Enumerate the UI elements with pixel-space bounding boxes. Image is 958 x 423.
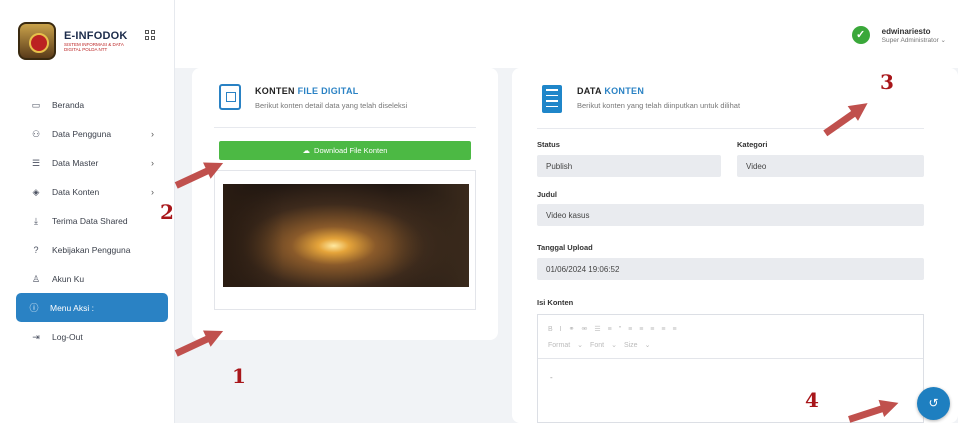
app-logo[interactable]: E-INFODOK SISTEM INFORMASI & DATA DIGITA… xyxy=(18,22,128,60)
divider xyxy=(537,128,924,129)
download-file-button[interactable]: ☁ Download File Konten xyxy=(219,141,471,160)
toolbar-dropdown[interactable]: ⌄ xyxy=(645,341,651,349)
screen-icon: ▭ xyxy=(31,99,41,110)
video-preview[interactable] xyxy=(214,170,476,310)
annotation-number-3: 3 xyxy=(880,70,894,94)
sidebar-item-label: Beranda xyxy=(52,99,85,110)
status-field[interactable]: Publish xyxy=(537,155,721,177)
toolbar-button[interactable]: ⚮ xyxy=(582,325,588,333)
file-card-title: KONTEN FILE DIGITAL xyxy=(255,86,359,96)
chevron-right-icon: › xyxy=(151,186,154,197)
toolbar-button[interactable]: ⚭ xyxy=(569,325,575,333)
sidebar-item-label: Log-Out xyxy=(52,331,83,342)
sidebar-item-label: Akun Ku xyxy=(52,273,85,284)
annotation-number-4: 4 xyxy=(805,388,819,412)
data-card-subtitle: Berikut konten yang telah diinputkan unt… xyxy=(577,101,741,110)
help-icon: ? xyxy=(33,244,39,255)
divider xyxy=(214,127,476,128)
layers-icon: ◈ xyxy=(32,186,40,197)
database-icon: ☰ xyxy=(31,157,41,168)
isi-label: Isi Konten xyxy=(537,298,574,307)
sidebar-item-data-pengguna[interactable]: ⚇ Data Pengguna › xyxy=(18,119,166,148)
grid-menu-icon[interactable] xyxy=(145,30,155,40)
kategori-label: Kategori xyxy=(737,140,768,149)
toolbar-button[interactable]: ≡ xyxy=(672,326,676,333)
toolbar-button[interactable]: I xyxy=(560,326,562,333)
sidebar-item-akun-ku[interactable]: ♙ Akun Ku xyxy=(18,264,166,293)
sidebar-item-label: Menu Aksi : xyxy=(50,302,94,313)
title-accent: KONTEN xyxy=(604,86,645,96)
download-icon: ⤓ xyxy=(34,215,38,226)
user-icon: ♙ xyxy=(31,273,41,284)
toolbar-button[interactable]: ☰ xyxy=(594,325,600,333)
sidebar-item-label: Kebijakan Pengguna xyxy=(52,244,131,255)
editor-toolbar: B I ⚭ ⚮ ☰ ≡ ” ≡ ≡ ≡ ≡ ≡ Format ⌄ Font ⌄ Size ⌄ xyxy=(538,315,923,359)
logo-text: E-INFODOK SISTEM INFORMASI & DATA DIGITA… xyxy=(64,30,128,52)
kategori-field[interactable]: Video xyxy=(737,155,924,177)
file-card-subtitle: Berikut konten detail data yang telah di… xyxy=(255,101,408,110)
sidebar-item-label: Data Pengguna xyxy=(52,128,112,139)
toolbar-row-2: Format ⌄ Font ⌄ Size ⌄ xyxy=(548,337,913,353)
title-plain: DATA xyxy=(577,86,605,96)
sidebar-item-terima-data-shared[interactable]: ⤓ Terima Data Shared xyxy=(18,206,166,235)
toolbar-button[interactable]: ≡ xyxy=(639,326,643,333)
tanggal-label: Tanggal Upload xyxy=(537,243,593,252)
logout-icon: ⇥ xyxy=(32,331,40,342)
toolbar-dropdown[interactable]: ⌄ xyxy=(611,341,617,349)
cloud-download-icon: ☁ xyxy=(302,146,311,155)
user-role[interactable]: Super Administrator ⌄ xyxy=(882,36,946,44)
sidebar-item-menu-aksi[interactable]: ⓘ Menu Aksi : xyxy=(16,293,168,322)
annotation-number-2: 2 xyxy=(160,200,174,224)
sidebar-item-log-out[interactable]: ⇥ Log-Out xyxy=(18,322,166,351)
video-thumbnail[interactable] xyxy=(223,184,469,287)
toolbar-button[interactable]: ≡ xyxy=(628,326,632,333)
sidebar-item-kebijakan-pengguna[interactable]: ? Kebijakan Pengguna xyxy=(18,235,166,264)
judul-field[interactable]: Video kasus xyxy=(537,204,924,226)
sidebar-item-label: Terima Data Shared xyxy=(52,215,128,226)
sidebar: E-INFODOK SISTEM INFORMASI & DATA DIGITA… xyxy=(0,0,175,423)
toolbar-dropdown[interactable]: Font xyxy=(590,342,604,349)
chevron-right-icon: › xyxy=(151,128,154,139)
sidebar-item-data-konten[interactable]: ◈ Data Konten › xyxy=(18,177,166,206)
topbar: ✓ edwinariesto Super Administrator ⌄ xyxy=(175,0,958,68)
undo-icon: ↺ xyxy=(928,396,939,410)
toolbar-dropdown[interactable]: ⌄ xyxy=(577,341,583,349)
user-name: edwinariesto xyxy=(881,26,931,36)
police-badge-icon xyxy=(18,22,56,60)
toolbar-row-1: B I ⚭ ⚮ ☰ ≡ ” ≡ ≡ ≡ ≡ ≡ xyxy=(548,321,913,337)
users-icon: ⚇ xyxy=(31,128,41,139)
toolbar-button[interactable]: B xyxy=(548,326,553,333)
app-tagline: SISTEM INFORMASI & DATA DIGITAL POLDA NT… xyxy=(64,42,124,52)
title-accent: FILE DIGITAL xyxy=(297,86,359,96)
sidebar-item-label: Data Master xyxy=(52,157,99,168)
info-icon: ⓘ xyxy=(29,302,39,313)
title-plain: KONTEN xyxy=(255,86,298,96)
tanggal-field[interactable]: 01/06/2024 19:06:52 xyxy=(537,258,924,280)
verified-check-icon: ✓ xyxy=(851,26,870,44)
toolbar-button[interactable]: ” xyxy=(619,326,621,333)
judul-label: Judul xyxy=(537,190,557,199)
sidebar-menu: ▭ Beranda ⚇ Data Pengguna › ☰ Data Master › ◈ Dat… xyxy=(16,90,168,351)
download-label: Download File Konten xyxy=(314,146,388,155)
status-label: Status xyxy=(537,140,560,149)
toolbar-button[interactable]: ≡ xyxy=(608,326,612,333)
back-button[interactable]: ↺ xyxy=(917,387,950,420)
data-card-title: DATA KONTEN xyxy=(577,86,644,96)
annotation-number-1: 1 xyxy=(232,364,246,388)
app-name: E-INFODOK xyxy=(64,30,128,42)
toolbar-dropdown[interactable]: Size xyxy=(624,342,638,349)
image-file-icon xyxy=(219,84,241,110)
sidebar-item-data-master[interactable]: ☰ Data Master › xyxy=(18,148,166,177)
toolbar-dropdown[interactable]: Format xyxy=(548,342,570,349)
toolbar-button[interactable]: ≡ xyxy=(661,326,665,333)
document-icon xyxy=(542,85,562,113)
app-root: E-INFODOK SISTEM INFORMASI & DATA DIGITA… xyxy=(0,0,958,423)
sidebar-item-label: Data Konten xyxy=(52,186,100,197)
editor-content[interactable]: - xyxy=(538,359,923,396)
chevron-right-icon: › xyxy=(151,157,154,168)
user-profile[interactable]: ✓ edwinariesto Super Administrator ⌄ xyxy=(851,26,946,44)
sidebar-item-beranda[interactable]: ▭ Beranda xyxy=(18,90,166,119)
toolbar-button[interactable]: ≡ xyxy=(650,326,654,333)
